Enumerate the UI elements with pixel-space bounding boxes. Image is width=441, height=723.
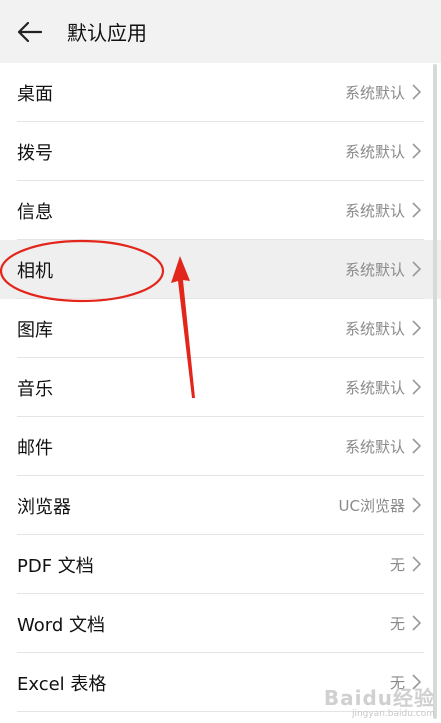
row-label: 浏览器 (17, 496, 71, 518)
chevron-right-icon (412, 202, 421, 218)
row-value: 无 (389, 615, 405, 633)
row-desktop[interactable]: 桌面 系统默认 (0, 63, 441, 122)
row-value: 系统默认 (344, 84, 405, 102)
chevron-right-icon (412, 497, 421, 513)
row-label: 信息 (17, 201, 53, 223)
row-pdf-document[interactable]: PDF 文档 无 (0, 535, 441, 594)
row-camera[interactable]: 相机 系统默认 (0, 240, 441, 299)
row-value: 系统默认 (344, 438, 405, 456)
chevron-right-icon (412, 379, 421, 395)
row-gallery[interactable]: 图库 系统默认 (0, 299, 441, 358)
page-title: 默认应用 (67, 21, 147, 45)
chevron-right-icon (412, 143, 421, 159)
chevron-right-icon (412, 556, 421, 572)
row-label: 桌面 (17, 83, 53, 105)
chevron-right-icon (412, 261, 421, 277)
row-label: 邮件 (17, 437, 53, 459)
row-value: 系统默认 (344, 202, 405, 220)
row-messages[interactable]: 信息 系统默认 (0, 181, 441, 240)
row-label: 音乐 (17, 378, 53, 400)
back-button[interactable] (0, 0, 60, 63)
row-label: 拨号 (17, 142, 53, 164)
chevron-right-icon (412, 84, 421, 100)
back-arrow-icon (17, 21, 43, 42)
row-label: 相机 (17, 260, 53, 282)
row-label: Excel 表格 (17, 673, 107, 695)
row-label: PDF 文档 (17, 555, 94, 577)
chevron-right-icon (412, 438, 421, 454)
chevron-right-icon (412, 674, 421, 690)
default-apps-list: 桌面 系统默认 拨号 系统默认 信息 系统默认 相机 系统默认 图库 系统默认 … (0, 63, 441, 712)
chevron-right-icon (412, 615, 421, 631)
row-browser[interactable]: 浏览器 UC浏览器 (0, 476, 441, 535)
divider (17, 711, 424, 712)
row-label: Word 文档 (17, 614, 105, 636)
row-label: 图库 (17, 319, 53, 341)
row-music[interactable]: 音乐 系统默认 (0, 358, 441, 417)
chevron-right-icon (412, 320, 421, 336)
scrollbar[interactable] (433, 64, 437, 719)
row-excel-spreadsheet[interactable]: Excel 表格 无 (0, 653, 441, 712)
row-value: 系统默认 (344, 379, 405, 397)
row-email[interactable]: 邮件 系统默认 (0, 417, 441, 476)
row-value: UC浏览器 (338, 497, 405, 515)
row-value: 系统默认 (344, 143, 405, 161)
app-header: 默认应用 (0, 0, 441, 63)
row-value: 无 (389, 556, 405, 574)
row-value: 无 (389, 674, 405, 692)
row-value: 系统默认 (344, 261, 405, 279)
row-word-document[interactable]: Word 文档 无 (0, 594, 441, 653)
row-dialer[interactable]: 拨号 系统默认 (0, 122, 441, 181)
row-value: 系统默认 (344, 320, 405, 338)
